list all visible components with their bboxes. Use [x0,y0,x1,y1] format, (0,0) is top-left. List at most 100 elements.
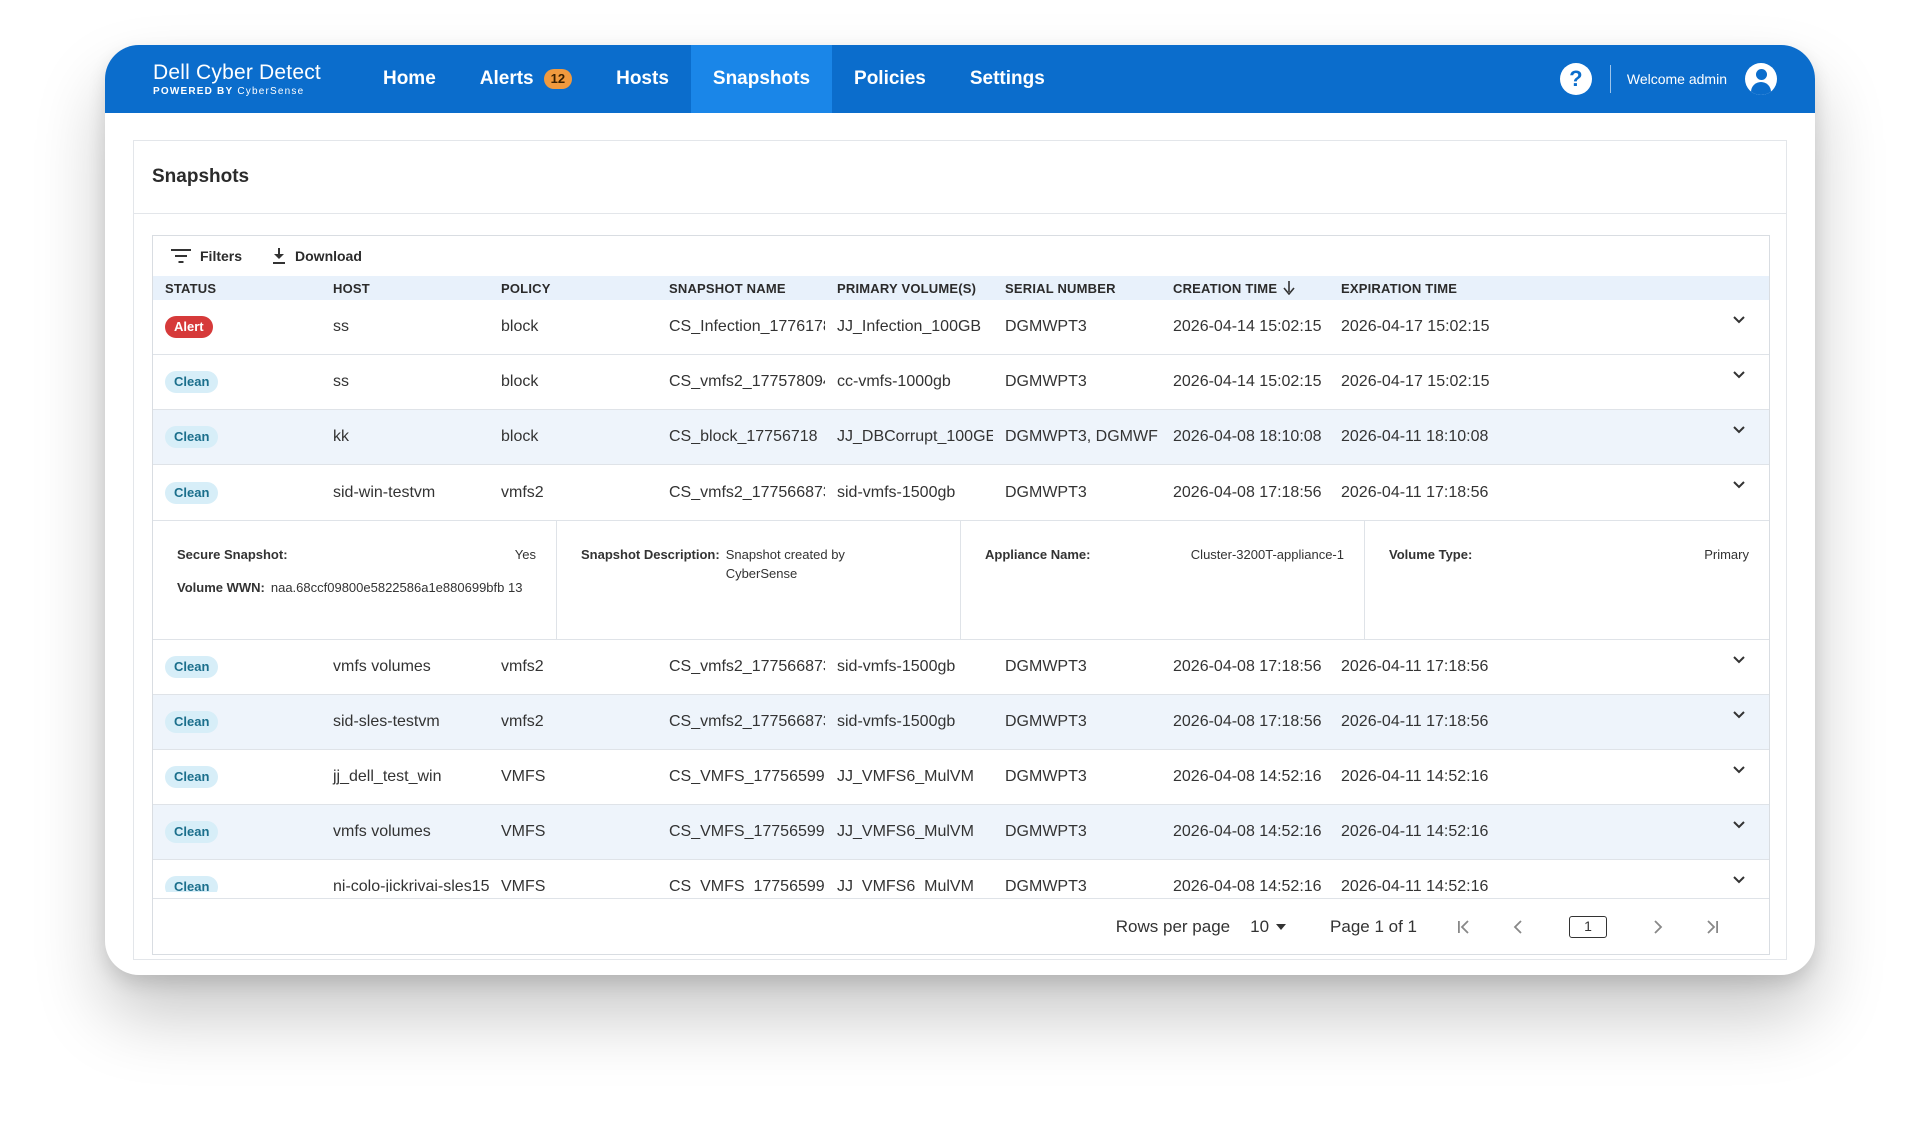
cell-snapshot-name: CS_vmfs2_177566873 [669,483,825,501]
cell-expiration-time: 2026-04-11 17:18:56 [1341,483,1489,501]
user-circle-icon[interactable] [1745,63,1777,95]
cell-expiration-time: 2026-04-11 14:52:16 [1341,823,1489,840]
col-header-status[interactable]: STATUS [153,281,321,296]
question-circle-icon[interactable]: ? [1559,63,1592,95]
nav-home-label: Home [382,68,436,89]
table-row[interactable]: Clean vmfs volumes VMFS CS_VMFS_17756599… [153,805,1769,860]
app-window: Dell Cyber Detect POWERED BY CyberSense … [105,45,1815,975]
nav-home[interactable]: Home [361,45,458,113]
appliance-name-label: Appliance Name: [985,547,1091,562]
header-divider [1609,65,1611,93]
cell-snapshot-name: CS_vmfs2_177578094 [669,373,825,390]
rows-per-page-select[interactable]: 10 [1250,917,1287,937]
status-badge: Clean [165,821,219,843]
rows-per-page-label: Rows per page [1115,916,1231,936]
chevron-down-icon[interactable] [1731,312,1747,328]
col-header-policy[interactable]: POLICY [489,281,657,296]
cell-creation-time: 2026-04-08 14:52:16 [1173,768,1322,785]
table-row-expanded[interactable]: Clean sid-win-testvm vmfs2 CS_vmfs2_1775… [153,465,1769,520]
filters-label: Filters [200,248,243,264]
nav-settings[interactable]: Settings [948,45,1067,113]
table-row[interactable]: Clean ss block CS_vmfs2_177578094 cc-vmf… [153,355,1769,410]
cell-expiration-time: 2026-04-11 18:10:08 [1341,428,1489,445]
cell-primary-volume: sid-vmfs-1500gb [837,658,956,675]
chevron-down-icon[interactable] [1731,422,1747,438]
table-row[interactable]: Alert ss block CS_Infection_1776178 JJ_I… [153,300,1769,355]
download-icon [273,248,286,264]
chevron-down-icon[interactable] [1731,652,1747,668]
nav-policies-label: Policies [854,68,926,89]
cell-snapshot-name: CS_VMFS_177565993 [669,823,825,840]
chevron-down-icon[interactable] [1731,707,1747,723]
cell-expiration-time: 2026-04-17 15:02:15 [1341,373,1490,390]
page-title: Snapshots [152,166,250,187]
cell-primary-volume: JJ_Infection_100GB [837,318,982,335]
alerts-count-badge: 12 [543,69,573,89]
col-header-primary-volumes[interactable]: PRIMARY VOLUME(S) [825,281,993,296]
current-page-input[interactable]: 1 [1569,915,1607,938]
col-header-creation-time[interactable]: CREATION TIME [1161,280,1329,296]
cell-primary-volume: JJ_VMFS6_MulVM [837,768,974,785]
detail-cell-volume-type: Volume Type: Primary [1365,521,1769,639]
table-row[interactable]: Clean vmfs volumes vmfs2 CS_vmfs2_177566… [153,640,1769,695]
cell-policy: block [501,318,539,335]
nav-alerts[interactable]: Alerts 12 [458,45,594,113]
sort-descending-icon[interactable] [1283,280,1295,295]
table-row[interactable]: Clean jj_dell_test_win VMFS CS_VMFS_1775… [153,750,1769,805]
cell-policy: VMFS [501,768,546,785]
secure-snapshot-label: Secure Snapshot: [177,547,288,562]
filters-button[interactable]: Filters [171,248,242,264]
nav-hosts-label: Hosts [616,68,669,89]
first-page-button[interactable] [1449,912,1479,942]
table-row[interactable]: Clean ni-colo-jickrivai-sles15 VMFS CS_V… [153,860,1769,892]
cell-serial-number: DGMWPT3 [1005,373,1087,390]
download-button[interactable]: Download [272,248,362,264]
table-header: STATUS HOST POLICY SNAPSHOT NAME PRIMARY… [153,276,1769,300]
col-header-expiration-time[interactable]: EXPIRATION TIME [1329,281,1497,296]
cell-serial-number: DGMWPT3 [1005,483,1087,501]
welcome-text: Welcome admin [1626,71,1727,87]
cell-creation-time: 2026-04-14 15:02:15 [1173,318,1322,335]
next-page-button[interactable] [1643,912,1673,942]
nav-hosts[interactable]: Hosts [594,45,691,113]
secure-snapshot-value: Yes [514,547,536,562]
status-badge: Clean [165,481,219,504]
chevron-down-icon[interactable] [1731,817,1747,833]
cell-expiration-time: 2026-04-11 17:18:56 [1341,658,1489,675]
top-nav-bar: Dell Cyber Detect POWERED BY CyberSense … [105,45,1815,113]
download-label: Download [295,248,362,264]
appliance-name-value: Cluster-3200T-appliance-1 [1190,547,1344,562]
cell-host: ss [333,373,349,390]
cell-expiration-time: 2026-04-17 15:02:15 [1341,318,1490,335]
title-divider [134,213,1786,214]
chevron-down-icon[interactable] [1731,762,1747,778]
cell-snapshot-name: CS_VMFS_177565993 [669,878,825,892]
cell-snapshot-name: CS_block_17756718 [669,428,818,445]
chevron-down-icon[interactable] [1731,367,1747,383]
col-header-host[interactable]: HOST [321,281,489,296]
table-row[interactable]: Clean kk block CS_block_17756718 JJ_DBCo… [153,410,1769,465]
cell-policy: block [501,428,539,445]
chevron-down-icon[interactable] [1731,872,1747,888]
previous-page-button[interactable] [1503,912,1533,942]
cell-primary-volume: cc-vmfs-1000gb [837,373,951,390]
col-header-serial-number[interactable]: SERIAL NUMBER [993,281,1161,296]
cell-creation-time: 2026-04-08 14:52:16 [1173,823,1322,840]
brand-logo[interactable]: Dell Cyber Detect POWERED BY CyberSense [153,45,321,113]
status-badge: Clean [165,656,219,678]
col-header-snapshot-name[interactable]: SNAPSHOT NAME [657,281,825,296]
table-row[interactable]: Clean sid-sles-testvm vmfs2 CS_vmfs2_177… [153,695,1769,750]
chevron-down-icon[interactable] [1731,477,1747,493]
cell-snapshot-name: CS_Infection_1776178 [669,318,825,335]
cell-creation-time: 2026-04-08 17:18:56 [1173,713,1322,730]
last-page-button[interactable] [1697,912,1727,942]
nav-policies[interactable]: Policies [832,45,948,113]
powered-by-prefix: POWERED BY [153,85,234,97]
cell-creation-time: 2026-04-08 18:10:08 [1173,428,1322,445]
cell-expiration-time: 2026-04-11 17:18:56 [1341,713,1489,730]
caret-down-icon [1276,923,1287,930]
status-badge: Clean [165,766,219,788]
detail-cell-secure: Secure Snapshot: Yes Volume WWN: naa.68ccf… [153,521,557,639]
nav-snapshots[interactable]: Snapshots [690,45,833,113]
cell-policy: block [501,373,539,390]
